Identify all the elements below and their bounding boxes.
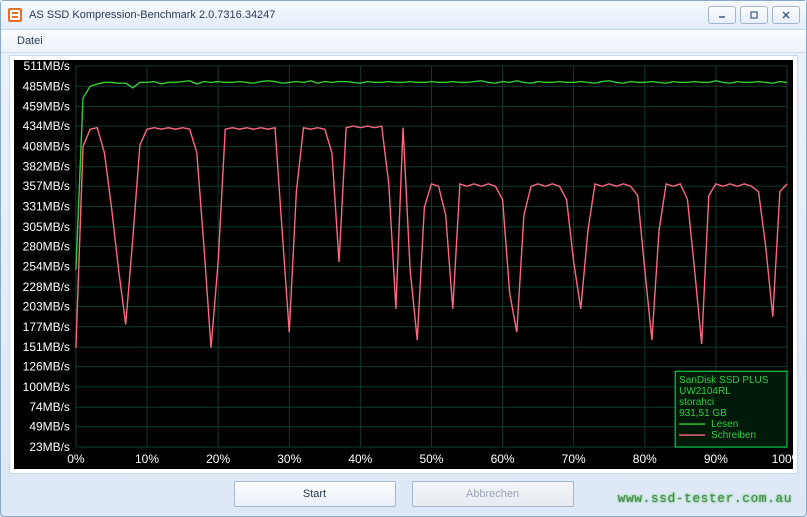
svg-text:10%: 10% [135,452,159,466]
menubar: Datei [1,30,806,53]
svg-text:0%: 0% [67,452,85,466]
svg-text:Schreiben: Schreiben [711,430,756,441]
svg-text:434MB/s: 434MB/s [23,119,70,133]
abort-button: Abbrechen [412,481,574,507]
svg-text:80%: 80% [633,452,657,466]
svg-text:50%: 50% [419,452,443,466]
svg-text:382MB/s: 382MB/s [23,160,70,174]
chart-panel: 23MB/s 49MB/s 74MB/s 100MB/s 126MB/s 151MB/s 1… [9,55,798,474]
svg-text:20%: 20% [206,452,230,466]
chart-svg: 23MB/s 49MB/s 74MB/s 100MB/s 126MB/s 151MB/s 1… [14,60,793,469]
svg-text:40%: 40% [348,452,372,466]
svg-text:23MB/s: 23MB/s [29,440,70,454]
svg-text:90%: 90% [704,452,728,466]
watermark: www.ssd-tester.com.au [618,491,792,506]
svg-text:511MB/s: 511MB/s [24,60,70,73]
svg-text:151MB/s: 151MB/s [23,340,70,354]
svg-text:228MB/s: 228MB/s [23,280,70,294]
svg-text:60%: 60% [491,452,515,466]
chart-area: 23MB/s 49MB/s 74MB/s 100MB/s 126MB/s 151MB/s 1… [14,60,793,469]
svg-text:70%: 70% [562,452,586,466]
svg-text:280MB/s: 280MB/s [23,239,70,253]
svg-text:Lesen: Lesen [711,419,738,430]
svg-text:UW2104RL: UW2104RL [679,386,731,397]
close-button[interactable] [772,6,800,24]
svg-text:357MB/s: 357MB/s [23,179,70,193]
svg-text:49MB/s: 49MB/s [29,420,70,434]
svg-text:126MB/s: 126MB/s [23,360,70,374]
svg-text:177MB/s: 177MB/s [23,320,70,334]
svg-text:485MB/s: 485MB/s [23,79,70,93]
maximize-button[interactable] [740,6,768,24]
svg-text:931,51 GB: 931,51 GB [679,408,727,419]
svg-text:SanDisk SSD PLUS: SanDisk SSD PLUS [679,375,769,386]
menu-datei[interactable]: Datei [11,33,49,49]
svg-text:30%: 30% [277,452,301,466]
window-controls [708,6,800,24]
window-title: AS SSD Kompression-Benchmark 2.0.7316.34… [29,9,708,21]
svg-text:100MB/s: 100MB/s [23,380,70,394]
svg-text:254MB/s: 254MB/s [23,260,70,274]
svg-text:100%: 100% [772,452,793,466]
minimize-button[interactable] [708,6,736,24]
titlebar: AS SSD Kompression-Benchmark 2.0.7316.34… [1,1,806,30]
svg-text:storahci: storahci [679,397,714,408]
svg-text:203MB/s: 203MB/s [23,299,70,313]
svg-text:74MB/s: 74MB/s [29,400,70,414]
app-icon [7,7,23,23]
svg-text:408MB/s: 408MB/s [23,139,70,153]
svg-text:331MB/s: 331MB/s [23,200,70,214]
start-button[interactable]: Start [234,481,396,507]
svg-text:305MB/s: 305MB/s [23,220,70,234]
app-window: AS SSD Kompression-Benchmark 2.0.7316.34… [0,0,807,517]
svg-text:459MB/s: 459MB/s [23,100,70,114]
